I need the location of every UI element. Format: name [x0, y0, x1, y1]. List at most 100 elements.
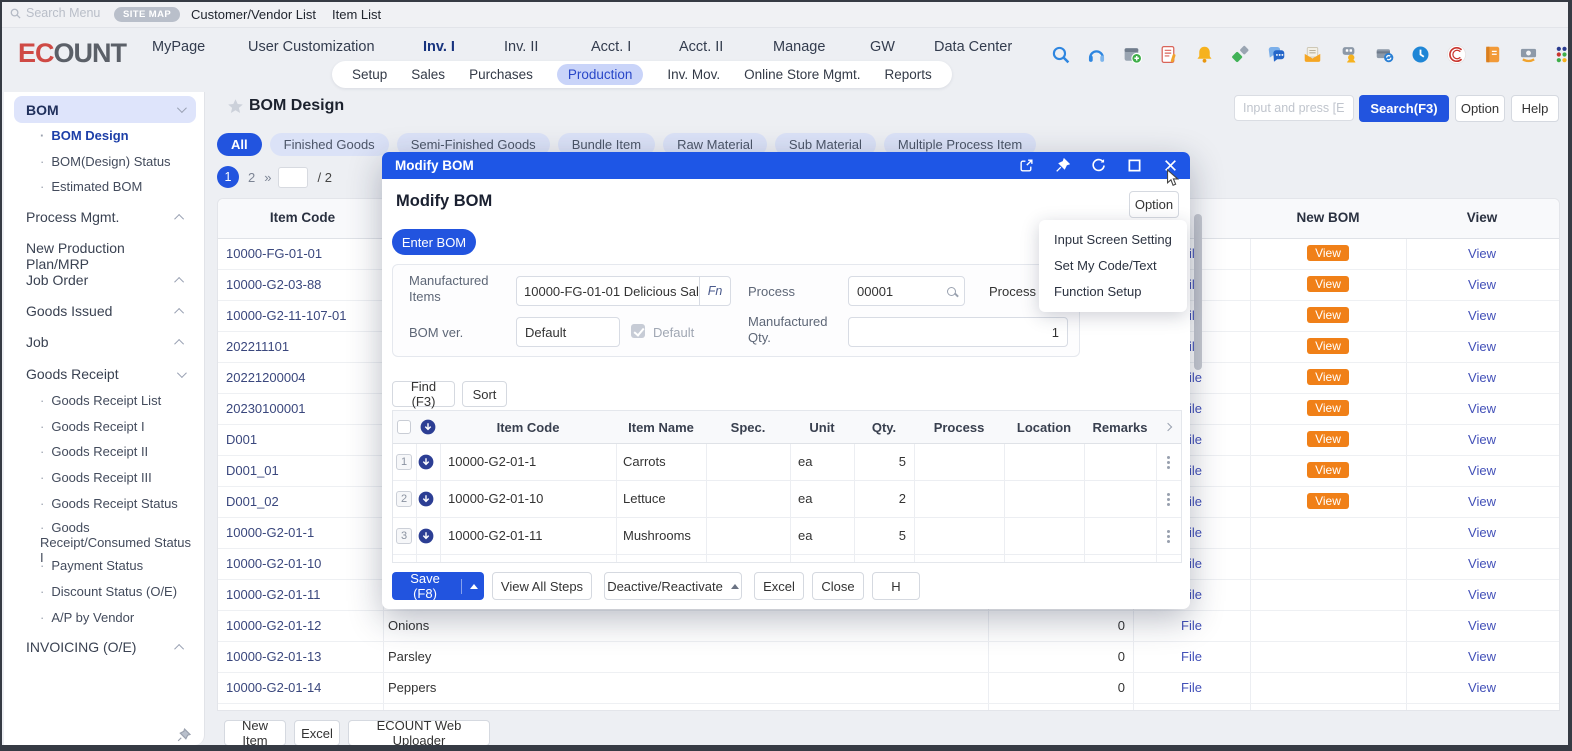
sidebar-section-goods-issued[interactable]: Goods Issued: [26, 303, 196, 319]
enter-bom-button[interactable]: Enter BOM: [392, 229, 476, 255]
move-down-icon[interactable]: [418, 491, 434, 512]
view-link[interactable]: View: [1406, 525, 1558, 540]
next-pages-icon[interactable]: »: [264, 170, 269, 185]
view-link[interactable]: View: [1406, 308, 1558, 323]
sidebar-item-goods-receipt-status[interactable]: Goods Receipt Status: [40, 496, 198, 511]
item-list-link[interactable]: Item List: [332, 7, 381, 22]
id-card-icon[interactable]: [1338, 44, 1359, 65]
new-item-button[interactable]: New Item: [224, 720, 286, 746]
maximize-icon[interactable]: [1127, 158, 1142, 173]
item-code-link[interactable]: 10000-G2-01-1: [226, 525, 314, 540]
sidebar-section-job-order[interactable]: Job Order: [26, 272, 196, 288]
sidebar-item-estimated-bom[interactable]: Estimated BOM: [40, 179, 198, 194]
new-bom-view-badge[interactable]: View: [1307, 369, 1349, 385]
manufactured-items-field[interactable]: 10000-FG-01-01 Delicious Sala Fn: [516, 276, 731, 306]
view-link[interactable]: View: [1406, 432, 1558, 447]
sidebar-item-bom-design[interactable]: BOM Design: [40, 128, 198, 143]
nav-manage[interactable]: Manage: [773, 39, 825, 55]
subnav-setup[interactable]: Setup: [352, 67, 387, 82]
move-down-icon[interactable]: [418, 528, 434, 549]
sidebar-item-ap-by-vendor[interactable]: A/P by Vendor: [40, 610, 198, 625]
sidebar-item-goods-receipt-list[interactable]: Goods Receipt List: [40, 393, 198, 408]
item-code-link[interactable]: 10000-G2-01-13: [226, 649, 321, 664]
item-code-link[interactable]: 10000-G2-03-88: [226, 277, 321, 292]
menu-item-input-screen-setting[interactable]: Input Screen Setting: [1039, 227, 1187, 253]
find-f3-button[interactable]: Find (F3): [392, 381, 455, 407]
row-menu-icon[interactable]: [1167, 461, 1170, 464]
bom-item-row[interactable]: 3 10000-G2-01-11 Mushrooms ea 5: [393, 518, 1181, 555]
modal-excel-button[interactable]: Excel: [754, 572, 804, 600]
apps-grid-icon[interactable]: [1554, 44, 1572, 65]
open-new-window-icon[interactable]: [1019, 158, 1034, 173]
search-f3-button[interactable]: Search(F3): [1359, 95, 1449, 122]
refresh-icon[interactable]: [1091, 158, 1106, 173]
notes-icon[interactable]: [1158, 44, 1179, 65]
bom-ver-input[interactable]: [516, 317, 620, 347]
item-code-link[interactable]: 10000-FG-01-01: [226, 246, 322, 261]
bom-item-row[interactable]: 2 10000-G2-01-10 Lettuce ea 2: [393, 481, 1181, 518]
site-map-badge[interactable]: SITE MAP: [114, 7, 180, 22]
headset-icon[interactable]: [1086, 44, 1107, 65]
money-icon[interactable]: [1518, 44, 1539, 65]
nav-inv-1[interactable]: Inv. I: [423, 39, 455, 55]
mail-icon[interactable]: [1302, 44, 1323, 65]
help-button[interactable]: Help: [1511, 95, 1559, 122]
sidebar-section-bom[interactable]: BOM: [14, 96, 196, 123]
view-link[interactable]: View: [1406, 401, 1558, 416]
chat-icon[interactable]: [1266, 44, 1287, 65]
ecount-icon[interactable]: [1446, 44, 1467, 65]
default-checkbox[interactable]: [631, 324, 645, 338]
nav-gw[interactable]: GW: [870, 39, 895, 55]
item-code-link[interactable]: D001_02: [226, 494, 279, 509]
subnav-sales[interactable]: Sales: [411, 67, 445, 82]
item-code-link[interactable]: 20230100001: [226, 401, 306, 416]
scroll-right-icon[interactable]: [1164, 423, 1172, 431]
nav-mypage[interactable]: MyPage: [152, 39, 205, 55]
sidebar-item-goods-receipt-3[interactable]: Goods Receipt III: [40, 470, 198, 485]
item-code-link[interactable]: D001: [226, 432, 257, 447]
ecount-logo[interactable]: ECOUNT: [18, 38, 126, 69]
sidebar-section-job[interactable]: Job: [26, 334, 196, 350]
menu-item-set-my-code-text[interactable]: Set My Code/Text: [1039, 253, 1187, 279]
view-link[interactable]: View: [1406, 587, 1558, 602]
subnav-inv-mov[interactable]: Inv. Mov.: [667, 67, 720, 82]
sidebar-section-invoicing[interactable]: INVOICING (O/E): [26, 639, 196, 655]
menu-item-function-setup[interactable]: Function Setup: [1039, 279, 1187, 305]
subnav-online-store[interactable]: Online Store Mgmt.: [744, 67, 860, 82]
new-bom-view-badge[interactable]: View: [1307, 276, 1349, 292]
item-code-link[interactable]: 10000-G2-01-12: [226, 618, 321, 633]
search-icon[interactable]: [947, 287, 956, 296]
select-all-checkbox[interactable]: [397, 420, 411, 434]
modal-close-button[interactable]: Close: [812, 572, 864, 600]
sidebar-item-goods-receipt-1[interactable]: Goods Receipt I: [40, 419, 198, 434]
move-down-icon[interactable]: [420, 419, 436, 440]
sidebar-item-payment-status[interactable]: Payment Status: [40, 558, 198, 573]
page-jump-input[interactable]: [278, 167, 308, 188]
filter-finished-goods[interactable]: Finished Goods: [270, 133, 389, 156]
filter-all[interactable]: All: [217, 133, 262, 156]
sidebar-item-goods-receipt-2[interactable]: Goods Receipt II: [40, 444, 198, 459]
new-bom-view-badge[interactable]: View: [1307, 245, 1349, 261]
sidebar-item-discount-status[interactable]: Discount Status (O/E): [40, 584, 198, 599]
page-2-button[interactable]: 2: [248, 170, 255, 185]
subnav-reports[interactable]: Reports: [884, 67, 931, 82]
item-code-link[interactable]: 10000-G2-01-14: [226, 680, 321, 695]
item-code-link[interactable]: 10000-G2-11-107-01: [226, 308, 346, 323]
process-code-field[interactable]: 00001: [848, 276, 965, 306]
view-link[interactable]: View: [1406, 370, 1558, 385]
fn-button[interactable]: Fn: [699, 277, 730, 305]
item-code-link[interactable]: 20221200004: [226, 370, 306, 385]
bell-icon[interactable]: [1194, 44, 1215, 65]
sidebar-section-process-mgmt[interactable]: Process Mgmt.: [26, 209, 196, 225]
item-code-link[interactable]: D001_01: [226, 463, 279, 478]
manufactured-qty-input[interactable]: [848, 317, 1068, 347]
modal-titlebar[interactable]: Modify BOM: [382, 152, 1190, 179]
page-1-button[interactable]: 1: [217, 166, 239, 188]
view-link[interactable]: View: [1406, 618, 1558, 633]
view-link[interactable]: View: [1406, 339, 1558, 354]
nav-acct-2[interactable]: Acct. II: [679, 39, 723, 55]
new-bom-view-badge[interactable]: View: [1307, 338, 1349, 354]
row-menu-icon[interactable]: [1167, 535, 1170, 538]
calendar-add-icon[interactable]: [1122, 44, 1143, 65]
new-bom-view-badge[interactable]: View: [1307, 400, 1349, 416]
